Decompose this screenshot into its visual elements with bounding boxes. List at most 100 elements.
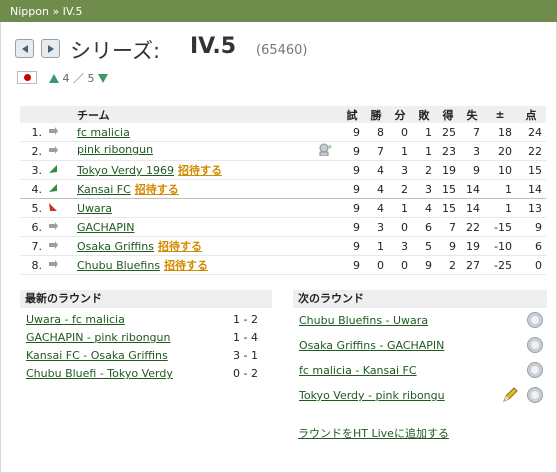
stat-ga: 22 xyxy=(460,217,484,237)
invite-link[interactable]: 招待する xyxy=(164,259,208,272)
stat-diff: -15 xyxy=(484,217,516,237)
stat-won: 3 xyxy=(364,217,388,237)
stat-lost: 9 xyxy=(412,255,436,275)
position: 3. xyxy=(20,160,42,180)
header-won: 勝 xyxy=(364,106,388,123)
latest-match-link[interactable]: Uwara - fc malicia xyxy=(26,313,125,326)
invite-link[interactable]: 招待する xyxy=(135,183,179,196)
stat-lost: 1 xyxy=(412,141,436,161)
add-round-to-ht-live-link[interactable]: ラウンドをHT Liveに追加する xyxy=(298,425,449,441)
latest-match-link[interactable]: Kansai FC - Osaka Griffins xyxy=(26,349,168,362)
next-match-link[interactable]: Tokyo Verdy - pink ribongu xyxy=(299,389,445,402)
stat-ga: 14 xyxy=(460,198,484,218)
team-cell: Uwara xyxy=(64,198,340,218)
stat-draw: 3 xyxy=(388,236,412,256)
japan-flag-icon[interactable] xyxy=(17,71,37,84)
trend-same-icon xyxy=(42,217,64,237)
position: 5. xyxy=(20,198,42,218)
stat-lost: 1 xyxy=(412,123,436,142)
stat-won: 1 xyxy=(364,236,388,256)
invite-link[interactable]: 招待する xyxy=(178,164,222,177)
previous-series-button[interactable] xyxy=(15,39,34,58)
header-played: 試 xyxy=(340,106,364,123)
stat-gf: 19 xyxy=(436,160,460,180)
magnifier-icon[interactable] xyxy=(527,337,543,353)
header-draw: 分 xyxy=(388,106,412,123)
stat-pts: 6 xyxy=(516,236,546,256)
top-bar: Nippon » IV.5 xyxy=(0,0,557,22)
stat-diff: 10 xyxy=(484,160,516,180)
magnifier-icon[interactable] xyxy=(527,312,543,328)
magnifier-icon[interactable] xyxy=(527,362,543,378)
table-row: 2. pink ribongun +9 7 1 1 23 3 20 22 xyxy=(20,141,546,161)
level-up-icon[interactable] xyxy=(49,74,59,83)
stat-played: 9 xyxy=(340,217,364,237)
table-row: 3. Tokyo Verdy 1969 招待する 9 4 3 2 19 9 10 15 xyxy=(20,160,546,180)
team-link[interactable]: fc malicia xyxy=(77,126,130,139)
next-match-row: Chubu Bluefins - Uwara xyxy=(299,308,547,333)
stat-won: 4 xyxy=(364,160,388,180)
stat-gf: 15 xyxy=(436,179,460,199)
stat-draw: 0 xyxy=(388,217,412,237)
team-link[interactable]: Tokyo Verdy 1969 xyxy=(77,164,174,177)
level-current: 4 xyxy=(62,72,70,85)
stat-pts: 0 xyxy=(516,255,546,275)
table-row: 1. fc malicia 9 8 0 1 25 7 18 24 xyxy=(20,123,546,142)
stat-lost: 6 xyxy=(412,217,436,237)
latest-match-row: Uwara - fc malicia 1 - 2 xyxy=(26,311,272,329)
next-match-link[interactable]: fc malicia - Kansai FC xyxy=(299,364,417,377)
table-row: 4. Kansai FC 招待する 9 4 2 3 15 14 1 14 xyxy=(20,179,546,199)
next-match-link[interactable]: Osaka Griffins - GACHAPIN xyxy=(299,339,444,352)
team-cell: Osaka Griffins 招待する xyxy=(64,236,340,256)
stat-played: 9 xyxy=(340,236,364,256)
team-link[interactable]: Chubu Bluefins xyxy=(77,259,160,272)
invite-link[interactable]: 招待する xyxy=(158,240,202,253)
stat-draw: 3 xyxy=(388,160,412,180)
team-link[interactable]: GACHAPIN xyxy=(77,221,134,234)
level-total: 5 xyxy=(87,72,95,85)
team-link[interactable]: Uwara xyxy=(77,202,112,215)
match-score: 3 - 1 xyxy=(233,349,258,362)
trend-same-icon xyxy=(42,255,64,275)
stat-ga: 14 xyxy=(460,179,484,199)
team-link[interactable]: Kansai FC xyxy=(77,183,131,196)
stat-played: 9 xyxy=(340,198,364,218)
latest-round-title: 最新のラウンド xyxy=(20,290,272,308)
team-link[interactable]: pink ribongun xyxy=(77,143,153,156)
stat-draw: 1 xyxy=(388,141,412,161)
level-separator: ／ xyxy=(73,72,84,85)
latest-round-box: 最新のラウンド Uwara - fc malicia 1 - 2 GACHAPIN … xyxy=(20,290,272,383)
latest-match-link[interactable]: GACHAPIN - pink ribongun xyxy=(26,331,170,344)
header-points: 点 xyxy=(516,106,546,123)
stat-lost: 5 xyxy=(412,236,436,256)
position: 6. xyxy=(20,217,42,237)
arrow-left-icon xyxy=(22,45,28,53)
breadcrumb[interactable]: Nippon » IV.5 xyxy=(10,5,83,18)
series-id: (65460) xyxy=(256,43,308,58)
stat-played: 9 xyxy=(340,179,364,199)
stat-pts: 14 xyxy=(516,179,546,199)
stat-gf: 9 xyxy=(436,236,460,256)
stat-ga: 3 xyxy=(460,141,484,161)
magnifier-icon[interactable] xyxy=(527,387,543,403)
stat-lost: 3 xyxy=(412,179,436,199)
pencil-icon[interactable] xyxy=(501,386,519,413)
stat-ga: 7 xyxy=(460,123,484,142)
stat-diff: 1 xyxy=(484,198,516,218)
manager-icon[interactable]: + xyxy=(318,143,333,159)
position: 2. xyxy=(20,141,42,161)
latest-match-link[interactable]: Chubu Bluefi - Tokyo Verdy xyxy=(26,367,173,380)
team-link[interactable]: Osaka Griffins xyxy=(77,240,154,253)
level-down-icon[interactable] xyxy=(98,74,108,83)
team-cell: pink ribongun + xyxy=(64,141,340,161)
stat-draw: 1 xyxy=(388,198,412,218)
next-match-link[interactable]: Chubu Bluefins - Uwara xyxy=(299,314,428,327)
stat-played: 9 xyxy=(340,255,364,275)
next-series-button[interactable] xyxy=(41,39,60,58)
stat-diff: 1 xyxy=(484,179,516,199)
stat-won: 7 xyxy=(364,141,388,161)
next-match-row: fc malicia - Kansai FC xyxy=(299,358,547,383)
level-navigator: 4 ／ 5 xyxy=(49,70,108,86)
match-score: 0 - 2 xyxy=(233,367,258,380)
stat-gf: 15 xyxy=(436,198,460,218)
